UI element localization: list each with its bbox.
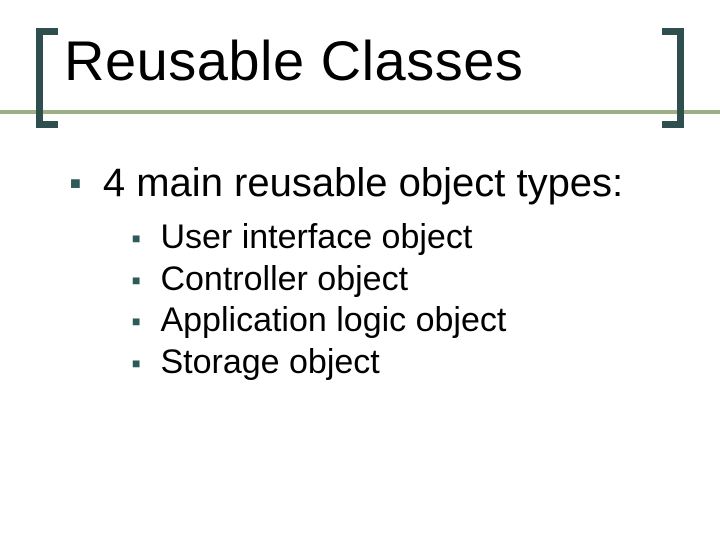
list-item: ■ User interface object	[132, 217, 670, 258]
slide-title: Reusable Classes	[64, 30, 523, 92]
sub-list: ■ User interface object ■ Controller obj…	[132, 217, 670, 383]
square-bullet-icon: ■	[70, 174, 81, 192]
sub-point-text: Application logic object	[160, 300, 506, 341]
sub-point-text: User interface object	[160, 217, 472, 258]
title-area: Reusable Classes	[36, 28, 684, 118]
square-bullet-icon: ■	[132, 231, 140, 245]
list-item: ■ Storage object	[132, 342, 670, 383]
slide: Reusable Classes ■ 4 main reusable objec…	[0, 0, 720, 540]
main-point-text: 4 main reusable object types:	[103, 160, 623, 207]
list-item: ■ Controller object	[132, 259, 670, 300]
square-bullet-icon: ■	[132, 273, 140, 287]
bracket-left-icon	[36, 28, 60, 128]
sub-point-text: Controller object	[160, 259, 408, 300]
list-item: ■ 4 main reusable object types:	[70, 160, 670, 207]
square-bullet-icon: ■	[132, 356, 140, 370]
sub-point-text: Storage object	[160, 342, 379, 383]
bracket-right-icon	[660, 28, 684, 128]
list-item: ■ Application logic object	[132, 300, 670, 341]
body-area: ■ 4 main reusable object types: ■ User i…	[70, 160, 670, 383]
square-bullet-icon: ■	[132, 314, 140, 328]
